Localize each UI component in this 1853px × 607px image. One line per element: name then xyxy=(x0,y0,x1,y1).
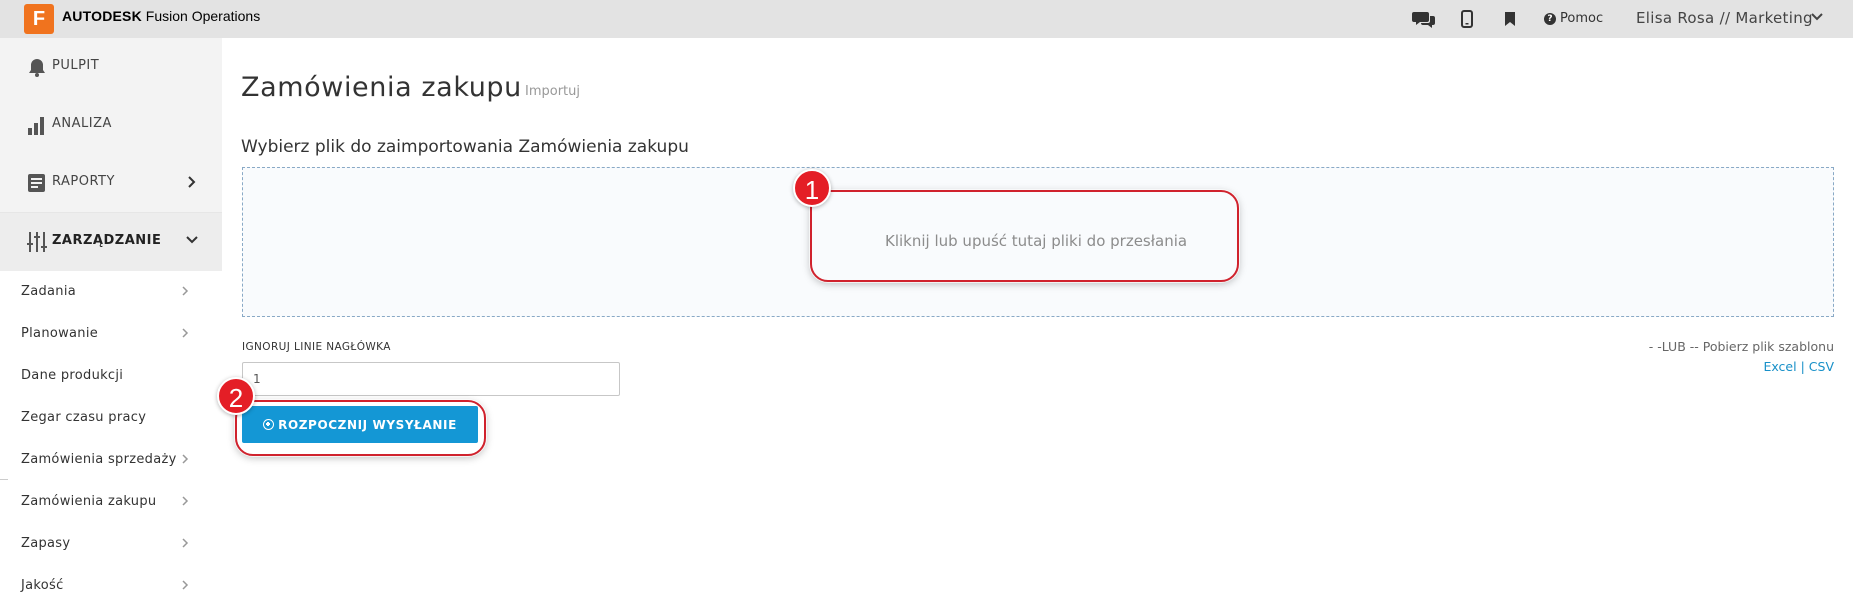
chevron-right-icon xyxy=(182,454,189,464)
sidebar-item-planowanie[interactable]: Planowanie xyxy=(0,313,222,355)
sidebar-item-pulpit[interactable]: PULPIT xyxy=(0,38,222,96)
callout-highlight-2 xyxy=(235,400,486,456)
csv-link[interactable]: CSV xyxy=(1809,359,1834,374)
brand-product: Fusion Operations xyxy=(141,8,261,24)
sidebar-item-zarzadzanie[interactable]: ZARZĄDZANIE xyxy=(0,213,222,271)
callout-highlight-1 xyxy=(810,190,1239,282)
sidebar-item-label: Zamówienia sprzedaży xyxy=(21,452,177,467)
report-icon xyxy=(28,174,45,192)
template-links: Excel | CSV xyxy=(1763,359,1834,374)
sidebar-item-raporty[interactable]: RAPORTY xyxy=(0,154,222,212)
page-subtitle: Importuj xyxy=(525,84,580,99)
ignore-header-input[interactable] xyxy=(242,362,620,396)
sidebar-item-label: Jakość xyxy=(21,578,64,593)
sidebar-item-zegar-czasu-pracy[interactable]: Zegar czasu pracy xyxy=(0,397,222,439)
brand-autodesk: AUTODESK xyxy=(62,8,142,24)
sidebar-item-label: Zadania xyxy=(21,284,77,299)
excel-link[interactable]: Excel xyxy=(1763,359,1796,374)
sidebar-item-zamowienia-sprzedazy[interactable]: Zamówienia sprzedaży xyxy=(0,439,222,481)
sidebar-item-label: RAPORTY xyxy=(52,174,115,189)
sliders-icon xyxy=(27,232,47,252)
sidebar-item-analiza[interactable]: ANALIZA xyxy=(0,96,222,154)
sidebar-item-label: Zamówienia zakupu xyxy=(21,494,157,509)
bar-chart-icon xyxy=(28,117,44,135)
sidebar-item-label: ZARZĄDZANIE xyxy=(52,233,162,248)
sidebar: PULPIT ANALIZA RAPORTY ZARZĄDZANIE Zadan… xyxy=(0,38,222,607)
sidebar-item-label: PULPIT xyxy=(52,58,100,73)
brand-name: AUTODESK Fusion Operations xyxy=(62,8,260,24)
callout-badge-1: 1 xyxy=(793,169,831,207)
template-download-text: - -LUB -- Pobierz plik szablonu xyxy=(1648,339,1834,354)
chevron-right-icon xyxy=(188,176,196,188)
bookmark-icon[interactable] xyxy=(1504,10,1516,28)
chevron-right-icon xyxy=(182,496,189,506)
sidebar-item-label: Planowanie xyxy=(21,326,99,341)
page-title: Zamówienia zakupu xyxy=(241,72,522,103)
callout-badge-2: 2 xyxy=(217,377,255,415)
chevron-right-icon xyxy=(182,538,189,548)
sidebar-item-label: Dane produkcji xyxy=(21,368,124,383)
chevron-down-icon xyxy=(186,236,198,244)
question-icon: ? xyxy=(1544,13,1556,25)
help-link[interactable]: ? Pomoc xyxy=(1544,11,1603,26)
sidebar-item-zadania[interactable]: Zadania xyxy=(0,271,222,313)
chevron-right-icon xyxy=(182,580,189,590)
ignore-header-label: IGNORUJ LINIE NAGŁÓWKA xyxy=(242,341,391,353)
section-title: Wybierz plik do zaimportowania Zamówieni… xyxy=(241,137,689,157)
bell-icon xyxy=(29,59,45,77)
top-bar: F AUTODESK Fusion Operations ? Pomoc Elis… xyxy=(0,0,1853,38)
link-separator: | xyxy=(1800,359,1805,374)
sidebar-item-zamowienia-zakupu[interactable]: Zamówienia zakupu xyxy=(0,481,222,523)
chevron-down-icon[interactable] xyxy=(1810,12,1824,22)
sidebar-item-label: Zapasy xyxy=(21,536,71,551)
mobile-icon[interactable] xyxy=(1461,10,1473,28)
chevron-right-icon xyxy=(182,328,189,338)
sidebar-item-label: ANALIZA xyxy=(52,116,112,131)
sidebar-item-dane-produkcji[interactable]: Dane produkcji xyxy=(0,355,222,397)
sidebar-item-zapasy[interactable]: Zapasy xyxy=(0,523,222,565)
help-label: Pomoc xyxy=(1560,11,1604,26)
chevron-right-icon xyxy=(182,286,189,296)
fusion-logo[interactable]: F xyxy=(24,4,54,34)
user-menu[interactable]: Elisa Rosa // Marketing xyxy=(1636,9,1813,27)
sidebar-item-jakosc[interactable]: Jakość xyxy=(0,565,222,607)
sidebar-item-label: Zegar czasu pracy xyxy=(21,410,147,425)
chat-icon[interactable] xyxy=(1412,10,1436,28)
